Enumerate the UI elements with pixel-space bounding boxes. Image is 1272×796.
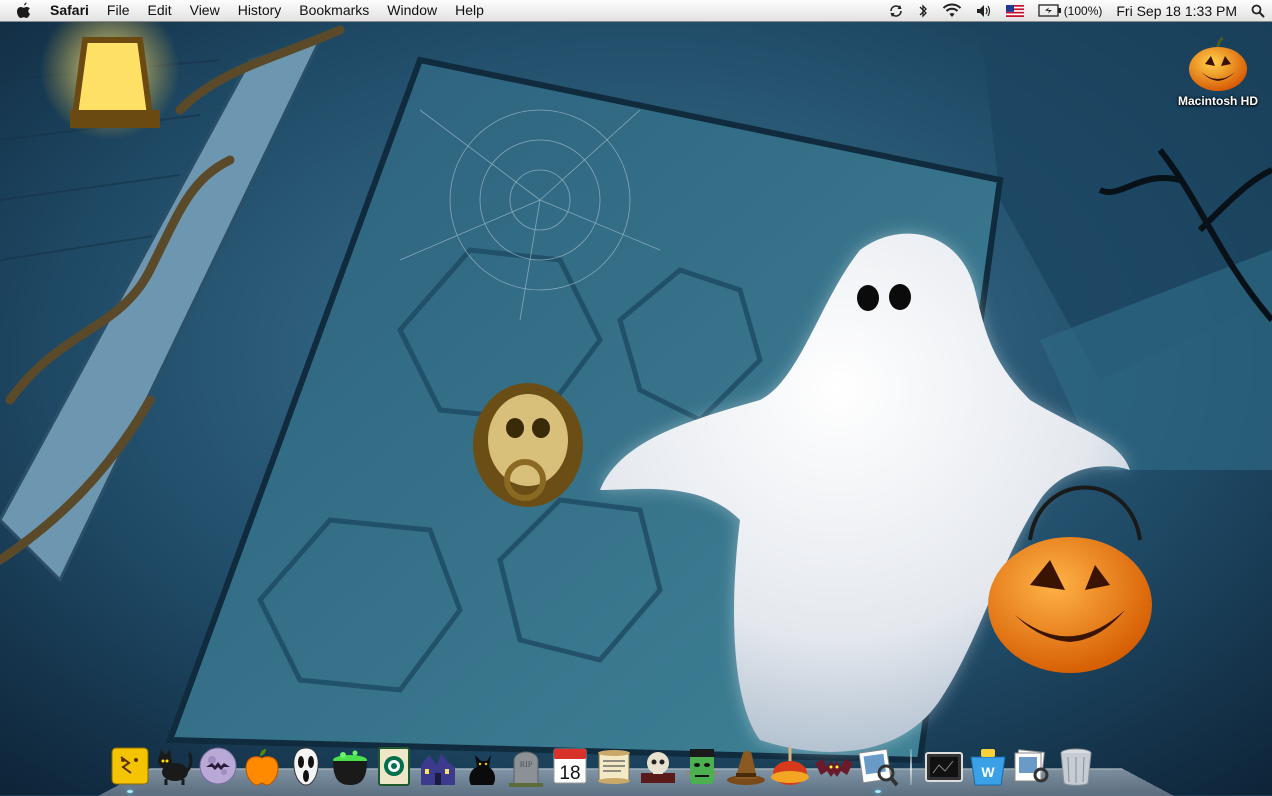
dock-item-haunted-house[interactable] <box>416 741 460 787</box>
trash-icon <box>1060 748 1092 786</box>
halloween-wallpaper <box>0 0 1272 795</box>
dock-item-starbucks-book[interactable] <box>372 741 416 787</box>
dock-item-screen-folder[interactable] <box>922 741 966 787</box>
witch-hat-icon <box>727 750 765 785</box>
svg-text:W: W <box>981 764 995 780</box>
desktop-icon-label: Macintosh HD <box>1177 94 1258 108</box>
cauldron-icon <box>333 750 367 785</box>
dock-item-apple[interactable] <box>240 741 284 787</box>
dock-item-bucket-folder[interactable]: W <box>966 741 1010 787</box>
preview-icon <box>858 748 899 787</box>
skull-book-icon <box>641 752 675 783</box>
battery-status[interactable]: (100%) <box>1038 3 1103 18</box>
dock-item-frankenstein[interactable] <box>680 741 724 787</box>
running-indicator <box>127 790 133 793</box>
menu-history[interactable]: History <box>229 0 291 21</box>
dock-item-preview-stack[interactable] <box>1010 741 1054 787</box>
dock-item-moon[interactable] <box>196 741 240 787</box>
us-flag-icon[interactable] <box>1005 4 1024 17</box>
menu-file[interactable]: File <box>98 0 139 21</box>
dock-item-cauldron[interactable] <box>328 741 372 787</box>
wifi-icon[interactable] <box>942 3 962 18</box>
battery-icon <box>1038 4 1061 17</box>
dock-item-bat[interactable] <box>812 741 856 787</box>
dock-item-trash[interactable] <box>1054 741 1098 787</box>
bat-icon <box>815 759 853 777</box>
starbucks-book-icon <box>378 747 410 786</box>
preview-stack-icon <box>1014 749 1049 783</box>
pumpkin-drive-icon <box>1189 36 1247 91</box>
dock-item-skull-book[interactable] <box>636 741 680 787</box>
menu-clock[interactable]: Fri Sep 18 1:33 PM <box>1116 3 1237 19</box>
candy-apple-icon <box>771 747 809 785</box>
desktop-icon-macintosh-hd[interactable]: Macintosh HD <box>1170 36 1266 108</box>
menu-window[interactable]: Window <box>378 0 446 21</box>
black-cat-icon <box>158 749 193 785</box>
menu-app-name[interactable]: Safari <box>46 0 98 21</box>
dock-item-cat-silhouette[interactable] <box>460 741 504 787</box>
dock-separator <box>910 749 912 785</box>
dock-item-tombstone[interactable]: RIP <box>504 741 548 787</box>
frankenstein-icon <box>686 749 718 784</box>
dock-item-ical[interactable]: 18 <box>548 741 592 787</box>
scroll-icon <box>598 750 630 784</box>
dock-item-witch-hat[interactable] <box>724 741 768 787</box>
dock-item-candy-apple[interactable] <box>768 741 812 787</box>
menu-view[interactable]: View <box>181 0 229 21</box>
dock-item-scroll[interactable] <box>592 741 636 787</box>
running-indicator <box>875 790 881 793</box>
calendar-date: 18 <box>559 763 580 784</box>
screen-folder-icon <box>925 752 963 782</box>
battery-percentage: (100%) <box>1063 3 1103 18</box>
moon-bat-icon <box>199 747 237 785</box>
scream-mask-icon <box>293 747 319 786</box>
bucket-folder-icon: W <box>970 749 1006 786</box>
orange-apple-icon <box>245 749 279 786</box>
svg-text:RIP: RIP <box>520 760 533 769</box>
menu-extras: (100%) Fri Sep 18 1:33 PM <box>881 0 1272 21</box>
calendar-icon: 18 <box>553 748 587 784</box>
cat-silhouette-icon <box>469 755 496 785</box>
dock-item-finder[interactable] <box>108 741 152 793</box>
sync-icon[interactable] <box>888 3 904 19</box>
apple-icon[interactable] <box>0 0 46 21</box>
dock-item-scream[interactable] <box>284 741 328 787</box>
menu-bookmarks[interactable]: Bookmarks <box>290 0 378 21</box>
volume-icon[interactable] <box>976 4 992 18</box>
bluetooth-icon[interactable] <box>918 3 928 19</box>
haunted-house-icon <box>421 753 455 785</box>
dock-item-preview[interactable] <box>856 741 900 793</box>
spotlight-search-icon[interactable] <box>1251 4 1265 18</box>
dock: RIP 18 W <box>108 737 1098 793</box>
menu-bar: Safari File Edit View History Bookmarks … <box>0 0 1272 22</box>
dock-item-black-cat[interactable] <box>152 741 196 787</box>
menu-edit[interactable]: Edit <box>138 0 180 21</box>
finder-icon <box>111 747 149 785</box>
tombstone-icon: RIP <box>509 751 543 787</box>
menu-help[interactable]: Help <box>446 0 493 21</box>
